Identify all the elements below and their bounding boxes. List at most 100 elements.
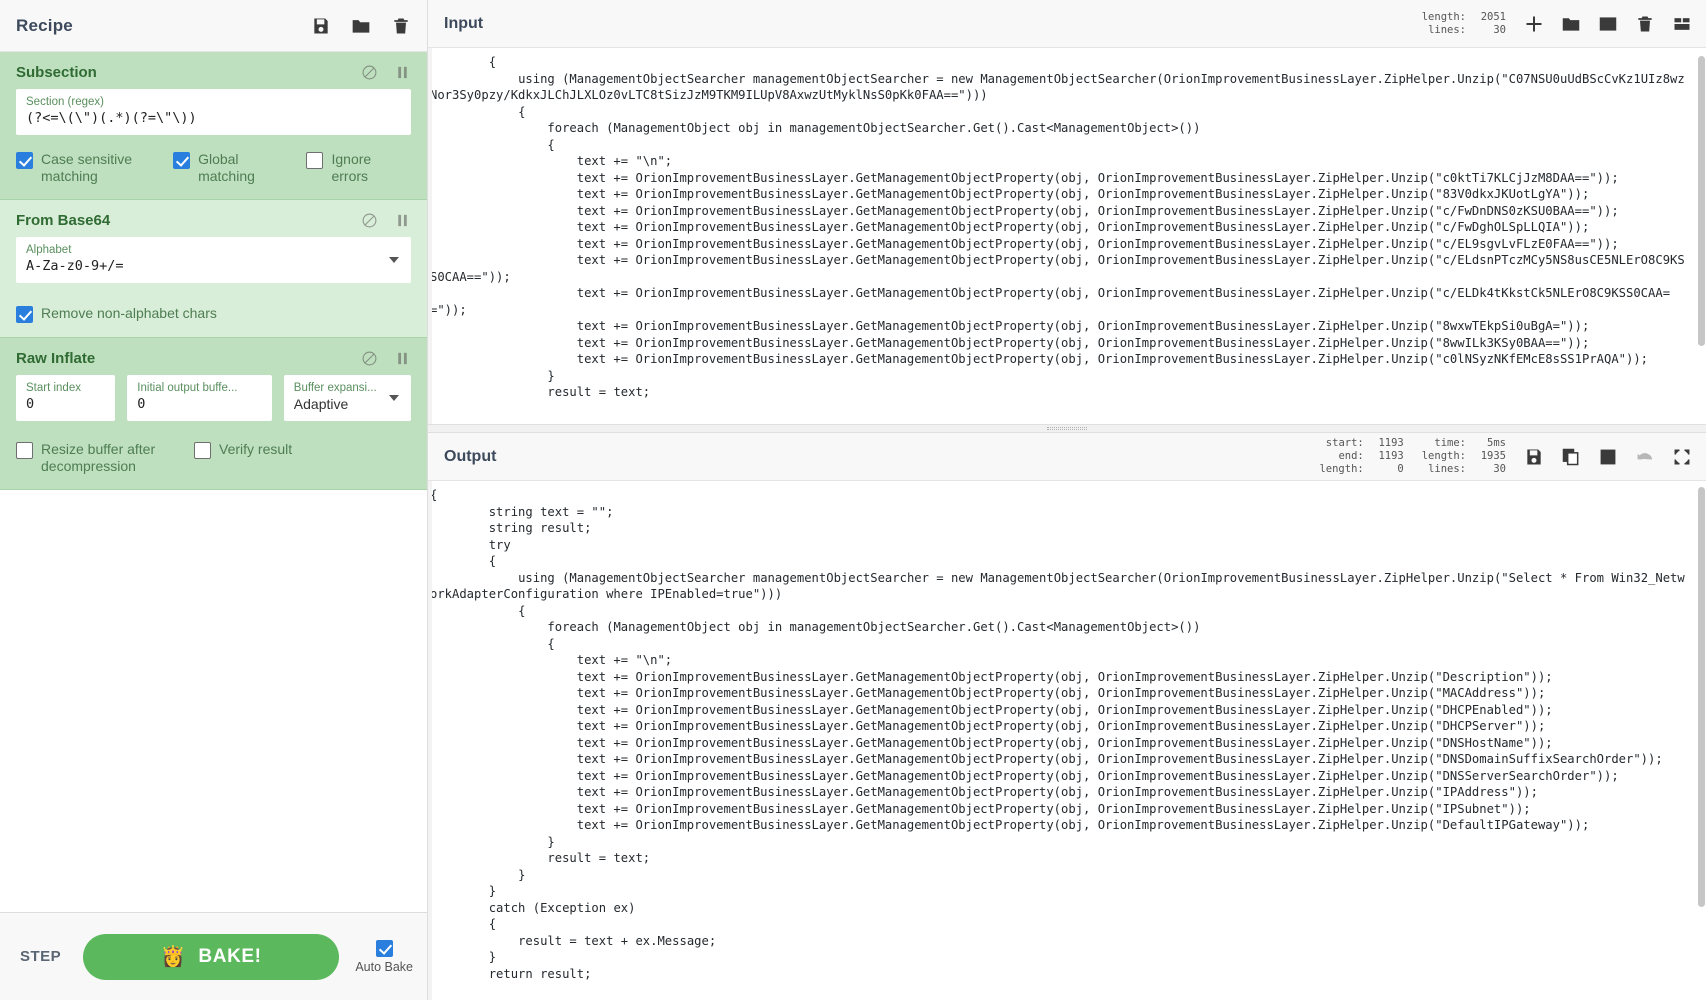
set-breakpoint-icon[interactable]	[394, 212, 411, 229]
section-regex-field[interactable]: Section (regex) (?<=\(\")(.*)(?=\"\))	[16, 89, 411, 135]
add-input-tab-icon[interactable]	[1524, 14, 1544, 34]
load-recipe-icon[interactable]	[351, 16, 371, 36]
stat-value: 0	[1397, 463, 1404, 475]
checkbox-box[interactable]	[16, 152, 33, 169]
checkbox-box[interactable]	[375, 939, 393, 957]
clear-recipe-icon[interactable]	[391, 16, 411, 36]
save-output-icon[interactable]	[1524, 447, 1544, 467]
checkbox-global-matching[interactable]: Global matching	[173, 151, 298, 185]
input-icons	[1524, 14, 1692, 34]
checkbox-label: Global matching	[198, 151, 255, 184]
stat-key: end:	[1338, 450, 1364, 462]
output-title: Output	[444, 447, 497, 465]
input-scrollbar[interactable]	[1697, 48, 1706, 424]
output-title-bar: Output start: 1193 end: 1193 length: 0 time…	[428, 433, 1706, 481]
initial-output-buffer-size-field[interactable]: Initial output buffe... 0	[127, 375, 272, 421]
checkbox-ignore-errors[interactable]: Ignore errors	[306, 151, 411, 185]
checkbox-box[interactable]	[306, 152, 324, 169]
stat-value: 1193	[1378, 450, 1404, 462]
disable-operation-icon[interactable]	[361, 212, 378, 229]
recipe-title-icons	[311, 16, 411, 36]
input-stats: length: 2051 lines: 30	[1422, 11, 1506, 37]
output-section: Output start: 1193 end: 1193 length: 0 time…	[428, 433, 1706, 1000]
undo-bake-icon[interactable]	[1635, 447, 1655, 467]
stat-key: length:	[1421, 10, 1466, 23]
arg-value: 0	[26, 396, 35, 412]
reset-pane-layout-icon[interactable]	[1672, 14, 1692, 34]
recipe-operation-list[interactable]: Subsection Section (regex) (?<=\(\")(.*)…	[0, 52, 427, 912]
buffer-expansion-select[interactable]: Buffer expansi... Adaptive	[283, 375, 411, 421]
save-recipe-icon[interactable]	[311, 16, 331, 36]
chef-icon: 👸	[160, 946, 187, 968]
alphabet-select[interactable]: Alphabet A-Za-z0-9+/=	[16, 237, 411, 283]
output-editor[interactable]: { string text = ""; string result; try {…	[428, 481, 1706, 1000]
checkbox-box[interactable]	[194, 442, 211, 459]
bake-button[interactable]: 👸 BAKE!	[83, 933, 340, 980]
checkbox-verify-result[interactable]: Verify result	[194, 441, 292, 459]
recipe-operation-from-base64[interactable]: From Base64 Alphabet A-Za-z0-9+/= Remove…	[0, 200, 427, 338]
maximise-output-icon[interactable]	[1672, 447, 1692, 467]
output-gutter	[428, 481, 432, 1000]
step-button[interactable]: STEP	[14, 940, 67, 973]
arg-value: Adaptive	[293, 396, 349, 412]
bake-button-label: BAKE!	[198, 945, 262, 967]
io-splitter[interactable]	[428, 424, 1706, 433]
start-index-field[interactable]: Start index 0	[16, 375, 116, 421]
replace-input-with-output-icon[interactable]	[1598, 447, 1618, 467]
arg-label: Buffer expansi...	[293, 382, 377, 394]
checkbox-label: Remove non-alphabet chars	[41, 305, 217, 321]
input-scrollbar-thumb[interactable]	[1698, 56, 1705, 346]
arg-row: Start index 0 Initial output buffe... 0 …	[16, 375, 411, 421]
recipe-title: Recipe	[16, 15, 73, 35]
input-section: Input length: 2051 lines: 30 {using (Ma…	[428, 0, 1706, 424]
open-folder-icon[interactable]	[1561, 14, 1581, 34]
stat-value: 5ms	[1487, 437, 1506, 449]
disable-operation-icon[interactable]	[361, 350, 378, 367]
operation-header: Subsection	[0, 52, 427, 89]
checkbox-label: Ignore errors	[331, 151, 372, 184]
checkbox-box[interactable]	[16, 306, 33, 323]
operation-args: Start index 0 Initial output buffe... 0 …	[0, 375, 427, 421]
arg-value: A-Za-z0-9+/=	[26, 258, 124, 274]
input-text[interactable]: { using (ManagementObjectSearcher manage…	[428, 54, 1706, 401]
operation-checkboxes: Resize buffer after decompression Verify…	[0, 431, 427, 475]
checkbox-resize-buffer-after-decompression[interactable]: Resize buffer after decompression	[16, 441, 186, 475]
set-breakpoint-icon[interactable]	[394, 350, 411, 367]
checkbox-case-sensitive-matching[interactable]: Case sensitive matching	[16, 151, 165, 185]
arg-label: Section (regex)	[26, 96, 104, 108]
stat-value: 2051	[1480, 10, 1506, 23]
checkbox-label: Case sensitive matching	[41, 151, 133, 184]
set-breakpoint-icon[interactable]	[394, 64, 411, 81]
output-scrollbar-thumb[interactable]	[1698, 487, 1705, 907]
open-input-file-icon[interactable]	[1598, 14, 1618, 34]
operation-checkboxes: Remove non-alphabet chars	[0, 293, 427, 323]
clear-io-icon[interactable]	[1635, 14, 1655, 34]
arg-label: Start index	[26, 382, 81, 394]
input-editor[interactable]: { using (ManagementObjectSearcher manage…	[428, 48, 1706, 424]
operation-icons	[361, 212, 411, 229]
copy-output-icon[interactable]	[1561, 447, 1581, 467]
input-title: Input	[444, 14, 484, 32]
output-text[interactable]: { string text = ""; string result; try {…	[428, 487, 1706, 982]
stat-value: 1935	[1480, 450, 1506, 462]
disable-operation-icon[interactable]	[361, 64, 378, 81]
checkbox-box[interactable]	[16, 442, 33, 459]
arg-row: Alphabet A-Za-z0-9+/=	[16, 237, 411, 283]
arg-value: (?<=\(\")(.*)(?=\"\))	[26, 110, 197, 126]
input-toolbar: length: 2051 lines: 30	[1422, 11, 1692, 37]
stat-key: length:	[1421, 450, 1466, 462]
cyberchef-app: Recipe Subsection Section (regex) (?<=\(…	[0, 0, 1706, 1000]
recipe-operation-subsection[interactable]: Subsection Section (regex) (?<=\(\")(.*)…	[0, 52, 427, 200]
auto-bake-toggle[interactable]: Auto Bake	[355, 939, 413, 974]
stat-key: start:	[1325, 437, 1364, 449]
checkbox-remove-non-alphabet-chars[interactable]: Remove non-alphabet chars	[16, 305, 217, 323]
output-scrollbar[interactable]	[1697, 481, 1706, 1000]
auto-bake-label: Auto Bake	[355, 959, 413, 974]
recipe-operation-raw-inflate[interactable]: Raw Inflate Start index 0 Initial output…	[0, 338, 427, 490]
arg-row: Section (regex) (?<=\(\")(.*)(?=\"\))	[16, 89, 411, 135]
operation-title: Raw Inflate	[16, 350, 96, 367]
checkbox-box[interactable]	[173, 152, 191, 169]
operation-args: Alphabet A-Za-z0-9+/=	[0, 237, 427, 283]
operation-header: From Base64	[0, 200, 427, 237]
arg-value: 0	[137, 396, 146, 412]
